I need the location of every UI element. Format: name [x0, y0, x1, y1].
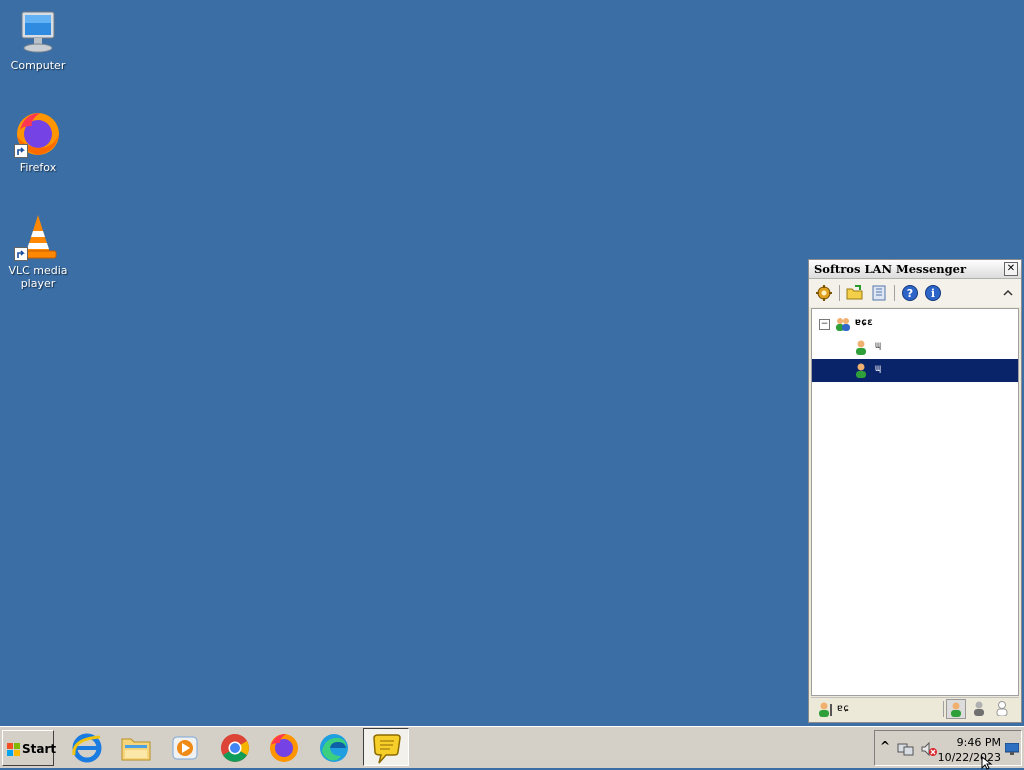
contact-row[interactable]: ɰ: [812, 336, 1018, 359]
start-button[interactable]: Start: [2, 730, 57, 766]
media-player-icon: [172, 736, 198, 760]
svg-text:i: i: [931, 287, 935, 300]
messenger-statusbar: ɐɕ: [811, 697, 1019, 720]
close-button[interactable]: ✕: [1004, 262, 1018, 276]
collapse-toolbar-button[interactable]: [999, 284, 1017, 302]
messenger-toolbar: ? i: [809, 279, 1021, 307]
firefox-icon: [14, 110, 62, 158]
internet-explorer-icon: [72, 733, 102, 763]
history-icon: [872, 285, 886, 301]
help-icon: ?: [902, 285, 918, 301]
contact-name: ɰ: [875, 340, 882, 351]
computer-icon: [14, 8, 62, 56]
shortcut-arrow-icon: [14, 247, 28, 261]
taskbar-softros-messenger[interactable]: [363, 728, 409, 766]
taskbar-firefox[interactable]: [262, 728, 308, 766]
gear-icon: [816, 285, 832, 301]
status-online-button[interactable]: [946, 699, 966, 719]
status-away-button[interactable]: [971, 700, 987, 719]
desktop-icon-label: Computer: [10, 59, 66, 72]
settings-button[interactable]: [815, 284, 833, 302]
svg-text:?: ?: [907, 287, 913, 300]
desktop-icon-firefox[interactable]: Firefox: [0, 110, 76, 174]
system-tray: ^ 9:46 PM 10/22/2023: [874, 730, 1022, 766]
group-label: ɐɕɛ: [855, 317, 874, 328]
window-title: Softros LAN Messenger: [814, 262, 967, 276]
start-label: Start: [22, 742, 57, 756]
desktop-icon-label: Firefox: [19, 161, 57, 174]
info-icon: i: [925, 285, 941, 301]
show-hidden-icons-button[interactable]: ^: [880, 739, 890, 753]
file-explorer-icon: [121, 738, 151, 761]
taskbar-edge[interactable]: [312, 728, 358, 766]
folder-icon: [846, 285, 863, 300]
user-online-icon: [951, 702, 961, 717]
my-status-label: ɐɕ: [837, 703, 850, 714]
open-folder-button[interactable]: [846, 284, 864, 302]
chevron-up-icon: [1003, 289, 1013, 296]
contact-list: − ɐɕɛ ɰ ɰ: [811, 308, 1019, 696]
desktop-icon-computer[interactable]: Computer: [0, 8, 76, 72]
softros-messenger-icon: [373, 734, 401, 764]
shortcut-arrow-icon: [14, 144, 28, 158]
toolbar-separator: [894, 285, 895, 301]
message-history-button[interactable]: [870, 284, 888, 302]
user-away-icon: [974, 701, 984, 716]
taskbar-internet-explorer[interactable]: [65, 728, 111, 766]
chrome-icon: [221, 734, 249, 762]
clock-time[interactable]: 9:46 PM: [957, 736, 1001, 749]
show-desktop-icon[interactable]: [1004, 742, 1020, 758]
volume-muted-icon[interactable]: [920, 741, 938, 760]
status-offline-button[interactable]: [994, 700, 1010, 719]
my-status-icon[interactable]: [817, 701, 833, 720]
about-button[interactable]: i: [924, 284, 942, 302]
user-online-icon: [854, 362, 868, 381]
firefox-icon: [270, 734, 298, 762]
group-row[interactable]: − ɐɕɛ: [812, 313, 1018, 336]
taskbar-chrome[interactable]: [213, 728, 259, 766]
contact-name: ɰ: [875, 363, 882, 374]
user-online-icon: [854, 339, 868, 358]
vlc-icon: [14, 213, 62, 261]
network-icon[interactable]: [897, 741, 915, 760]
taskbar: Start ^ 9:46 PM 10/22/2023: [0, 726, 1024, 768]
messenger-window: Softros LAN Messenger ✕ ? i − ɐɕɛ ɰ ɰ ɐɕ: [808, 259, 1022, 723]
windows-flag-icon: [7, 743, 21, 760]
collapse-group-button[interactable]: −: [819, 319, 830, 330]
contact-row-selected[interactable]: ɰ: [812, 359, 1018, 382]
user-offline-icon: [996, 701, 1008, 717]
help-button[interactable]: ?: [901, 284, 919, 302]
user-group-icon: [834, 316, 852, 335]
status-separator: [943, 701, 944, 717]
taskbar-file-explorer[interactable]: [114, 728, 160, 766]
desktop-icon-label: VLC media player: [8, 264, 68, 290]
desktop-icon-vlc[interactable]: VLC media player: [0, 213, 76, 290]
edge-icon: [320, 734, 348, 762]
taskbar-media-player[interactable]: [163, 728, 209, 766]
messenger-titlebar[interactable]: Softros LAN Messenger ✕: [809, 260, 1021, 279]
toolbar-separator: [839, 285, 840, 301]
